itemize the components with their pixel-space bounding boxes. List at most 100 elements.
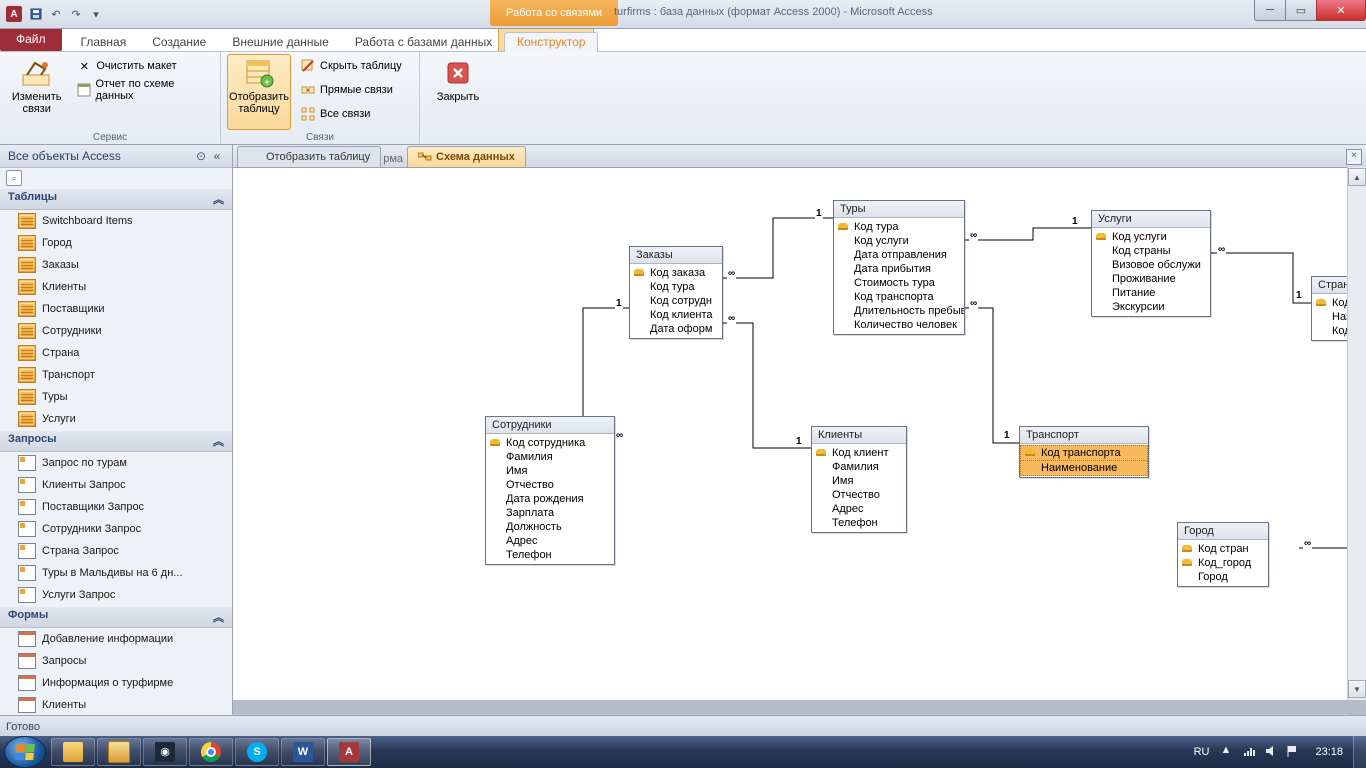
all-relationships-button[interactable]: Все связи [295,102,407,126]
tablebox-city[interactable]: Город Код странКод_городГород [1177,522,1269,587]
qat-redo-icon[interactable]: ↷ [67,5,85,23]
nav-item-table[interactable]: Switchboard Items [0,210,232,232]
nav-dropdown-icon[interactable]: ⊙ [196,149,206,163]
field[interactable]: Название с [1312,310,1348,324]
field[interactable]: Код_город [1312,324,1348,338]
file-tab[interactable]: Файл [0,29,62,51]
tray-clock[interactable]: 23:18 [1305,746,1353,758]
tray-network-icon[interactable] [1242,744,1258,760]
field[interactable]: Код клиента [630,308,722,322]
tablebox-transport[interactable]: Транспорт Код транспортаНаименование [1019,426,1149,478]
relationship-report-button[interactable]: Отчет по схеме данных [71,78,214,102]
field[interactable]: Зарплата [486,506,614,520]
nav-item-table[interactable]: Заказы [0,254,232,276]
minimize-button[interactable]: ─ [1254,0,1286,21]
field[interactable]: Код тура [630,280,722,294]
nav-item-form[interactable]: Добавление информации [0,628,232,650]
field[interactable]: Имя [812,474,906,488]
field[interactable]: Код заказа [630,266,722,280]
field[interactable]: Город [1178,570,1268,584]
field[interactable]: Визовое обслужи [1092,258,1210,272]
field[interactable]: Должность [486,520,614,534]
nav-item-table[interactable]: Поставщики [0,298,232,320]
tray-up-icon[interactable]: ▲ [1220,744,1236,760]
taskbar-steam[interactable]: ◉ [143,738,187,766]
nav-item-table[interactable]: Страна [0,342,232,364]
nav-item-query[interactable]: Страна Запрос [0,540,232,562]
nav-item-query[interactable]: Туры в Мальдивы на 6 дн... [0,562,232,584]
field[interactable]: Фамилия [812,460,906,474]
tab-external-data[interactable]: Внешние данные [219,32,342,52]
field[interactable]: Телефон [812,516,906,530]
scroll-up-icon[interactable]: ▲ [1348,168,1366,186]
tablebox-services[interactable]: Услуги Код услугиКод страныВизовое обслу… [1091,210,1211,317]
nav-item-table[interactable]: Клиенты [0,276,232,298]
tab-database-tools[interactable]: Работа с базами данных [342,32,505,52]
field[interactable]: Количество человек [834,318,964,332]
nav-item-query[interactable]: Сотрудники Запрос [0,518,232,540]
tablebox-orders[interactable]: Заказы Код заказаКод тураКод сотруднКод … [629,246,723,339]
field[interactable]: Дата оформ [630,322,722,336]
field[interactable]: Дата прибытия [834,262,964,276]
taskbar-skype[interactable]: S [235,738,279,766]
taskbar-access[interactable]: A [327,738,371,766]
field[interactable]: Код транспорта [834,290,964,304]
nav-item-table[interactable]: Город [0,232,232,254]
nav-group-forms[interactable]: Формы︽ [0,606,232,628]
field[interactable]: Код транспорта [1020,445,1148,461]
field[interactable]: Код_город [1178,556,1268,570]
show-desktop-button[interactable] [1353,736,1366,768]
field[interactable]: Адрес [486,534,614,548]
nav-item-form[interactable]: Запросы [0,650,232,672]
field[interactable]: Код клиент [812,446,906,460]
field[interactable]: Стоимость тура [834,276,964,290]
tablebox-tours[interactable]: Туры Код тураКод услугиДата отправленияД… [833,200,965,335]
nav-item-query[interactable]: Клиенты Запрос [0,474,232,496]
field[interactable]: Адрес [812,502,906,516]
nav-item-table[interactable]: Услуги [0,408,232,430]
nav-item-query[interactable]: Услуги Запрос [0,584,232,606]
field[interactable]: Код сотрудника [486,436,614,450]
field[interactable]: Питание [1092,286,1210,300]
direct-relationships-button[interactable]: Прямые связи [295,78,407,102]
close-button[interactable]: ✕ [1316,0,1366,21]
tablebox-clients[interactable]: Клиенты Код клиентФамилияИмяОтчествоАдре… [811,426,907,533]
field[interactable]: Код тура [834,220,964,234]
field[interactable]: Проживание [1092,272,1210,286]
field[interactable]: Код услуги [1092,230,1210,244]
tray-volume-icon[interactable] [1264,744,1280,760]
tablebox-country[interactable]: Страна Код_страныНазвание сКод_город [1311,276,1348,341]
field[interactable]: Код стран [1178,542,1268,556]
field[interactable]: Дата отправления [834,248,964,262]
maximize-button[interactable]: ▭ [1285,0,1317,21]
field[interactable]: Экскурсии [1092,300,1210,314]
field[interactable]: Телефон [486,548,614,562]
hide-table-button[interactable]: Скрыть таблицу [295,54,407,78]
vertical-scrollbar[interactable]: ▲▼ [1347,167,1366,700]
relationships-diagram[interactable]: 1 ∞ 1 ∞ 1 ∞ 1 ∞ 1 ∞ ∞ 1 ∞ 1 Туры Код тур… [233,168,1348,700]
field[interactable]: Код_страны [1312,296,1348,310]
edit-relationships-button[interactable]: Изменить связи [6,54,67,130]
field[interactable]: Код сотрудн [630,294,722,308]
taskbar-folder[interactable] [97,738,141,766]
tray-lang[interactable]: RU [1194,746,1210,758]
taskbar-word[interactable]: W [281,738,325,766]
nav-item-query[interactable]: Поставщики Запрос [0,496,232,518]
clear-layout-button[interactable]: ✕Очистить макет [71,54,214,78]
field[interactable]: Длительность пребыва [834,304,964,318]
tab-design[interactable]: Конструктор [504,32,598,52]
field[interactable]: Код услуги [834,234,964,248]
field[interactable]: Дата рождения [486,492,614,506]
field[interactable]: Код страны [1092,244,1210,258]
qat-undo-icon[interactable]: ↶ [47,5,65,23]
nav-item-form[interactable]: Клиенты [0,694,232,716]
doc-tab-close-icon[interactable]: × [1346,149,1362,165]
scroll-down-icon[interactable]: ▼ [1348,680,1366,698]
nav-item-form[interactable]: Информация о турфирме [0,672,232,694]
tab-create[interactable]: Создание [139,32,219,52]
tray-flag-icon[interactable] [1286,744,1302,760]
nav-group-tables[interactable]: Таблицы︽ [0,188,232,210]
qat-customize-icon[interactable]: ▾ [87,5,105,23]
nav-shutter-icon[interactable]: « [210,149,224,163]
nav-item-query[interactable]: Запрос по турам [0,452,232,474]
